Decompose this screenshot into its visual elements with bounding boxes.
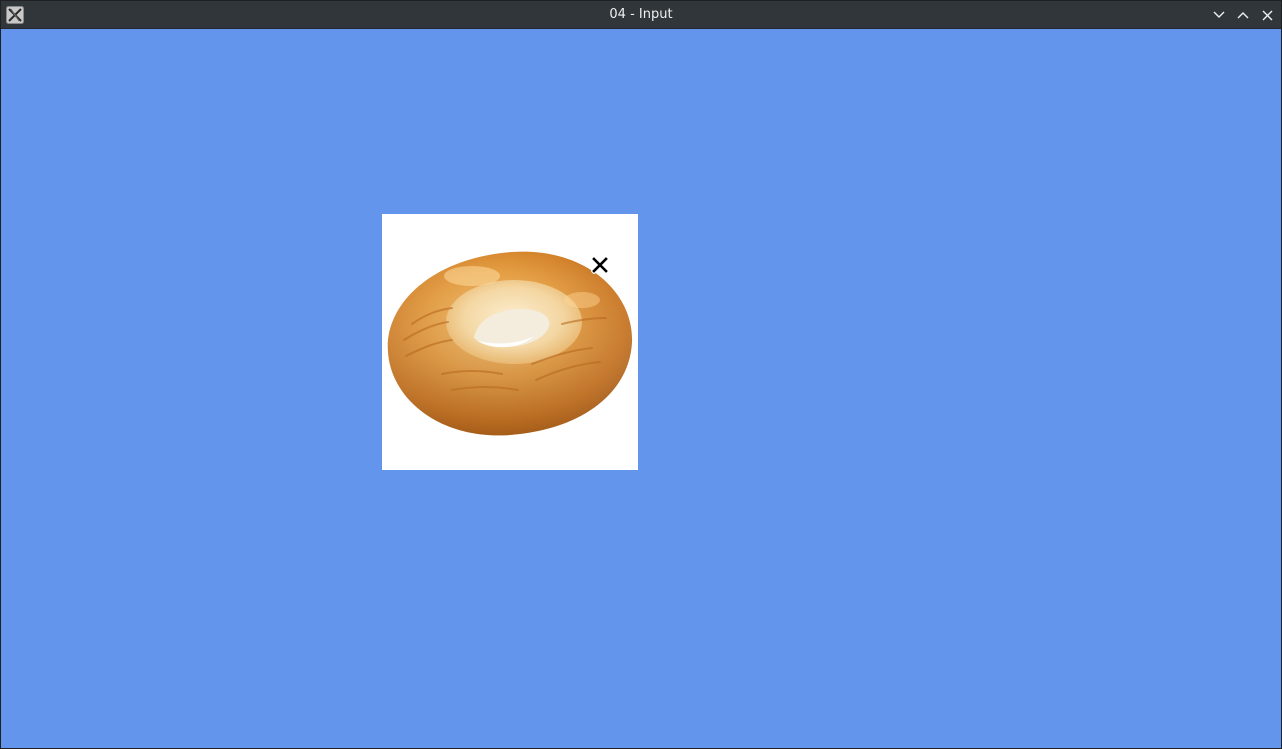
close-button[interactable] [1257, 5, 1277, 25]
maximize-button[interactable] [1233, 5, 1253, 25]
bagel-sprite [382, 214, 638, 470]
app-window: 04 - Input [0, 0, 1282, 749]
x11-app-icon[interactable] [6, 6, 24, 24]
chevron-down-icon [1213, 11, 1225, 18]
chevron-up-icon [1237, 12, 1249, 19]
minimize-button[interactable] [1209, 5, 1229, 25]
game-canvas[interactable] [1, 29, 1281, 748]
title-bar[interactable]: 04 - Input [1, 1, 1281, 29]
close-icon [1262, 10, 1272, 20]
window-title: 04 - Input [609, 7, 673, 22]
x-cursor-icon [590, 255, 610, 275]
bagel-image [387, 251, 633, 436]
